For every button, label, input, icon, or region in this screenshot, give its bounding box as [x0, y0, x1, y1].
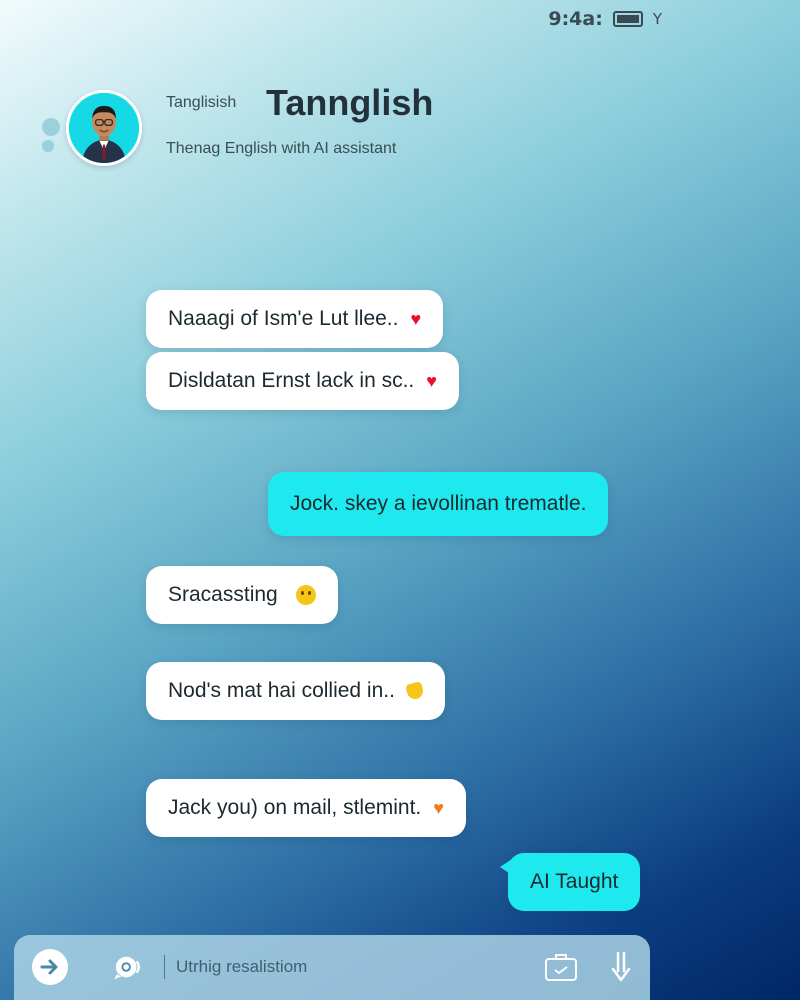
- dot-small: [42, 140, 54, 152]
- message-text: Naaagi of Ism'e Lut llee..: [168, 307, 399, 330]
- app-name-small: Tanglisish: [166, 94, 237, 111]
- chat-header: Tanglisish Tannglish Thenag English with…: [40, 82, 760, 178]
- page-title: Tannglish: [266, 82, 434, 123]
- smiling-face-icon: [295, 585, 316, 605]
- message-bubble[interactable]: AI Taught: [500, 853, 641, 911]
- composer-divider: [164, 955, 165, 979]
- message-text: Jock. skey a ievollinan trematle.: [290, 492, 587, 515]
- message-composer: [14, 935, 650, 1000]
- app-subtitle: Thenag English with AI assistant: [166, 140, 397, 157]
- microphone-icon: [611, 951, 631, 982]
- briefcase-icon: [545, 954, 577, 981]
- message-bubble[interactable]: Sracassting: [146, 566, 338, 624]
- dot-large: [42, 118, 60, 136]
- avatar[interactable]: [66, 90, 142, 166]
- message-bubble[interactable]: Jock. skey a ievollinan trematle.: [268, 472, 609, 536]
- message-text: AI Taught: [530, 870, 619, 893]
- arrow-right-icon: [40, 959, 58, 975]
- status-bar: 9:4a: Y: [548, 8, 662, 30]
- message-text: Nod's mat hai collied in..: [168, 679, 395, 702]
- message-bubble[interactable]: Disldatan Ernst lack in sc.. ♥: [146, 352, 459, 410]
- microphone-button[interactable]: [608, 951, 634, 983]
- red-heart-icon: ♥: [410, 308, 422, 329]
- bubble-tail: [500, 859, 512, 875]
- orange-heart-icon: ♥: [433, 797, 444, 818]
- message-text: Disldatan Ernst lack in sc..: [168, 369, 415, 392]
- message-text: Sracassting: [168, 583, 278, 606]
- message-bubble[interactable]: Jack you) on mail, stlemint. ♥: [146, 779, 466, 837]
- red-heart-icon: ♥: [426, 370, 437, 391]
- signal-indicator: Y: [652, 10, 662, 28]
- message-bubble[interactable]: Naaagi of Ism'e Lut llee.. ♥: [146, 290, 444, 348]
- attach-button[interactable]: [544, 951, 578, 983]
- voice-chat-button[interactable]: [114, 953, 144, 981]
- message-text: Jack you) on mail, stlemint.: [168, 796, 422, 819]
- send-button[interactable]: [32, 949, 68, 985]
- yellow-hand-icon: [405, 681, 425, 701]
- decorative-dots: [40, 118, 60, 158]
- avatar-person-icon: [69, 93, 139, 163]
- message-bubble[interactable]: Nod's mat hai collied in..: [146, 662, 445, 720]
- voice-chat-icon: [114, 956, 141, 980]
- status-time: 9:4a:: [548, 8, 603, 30]
- battery-icon: [612, 11, 643, 27]
- message-input[interactable]: [176, 951, 536, 983]
